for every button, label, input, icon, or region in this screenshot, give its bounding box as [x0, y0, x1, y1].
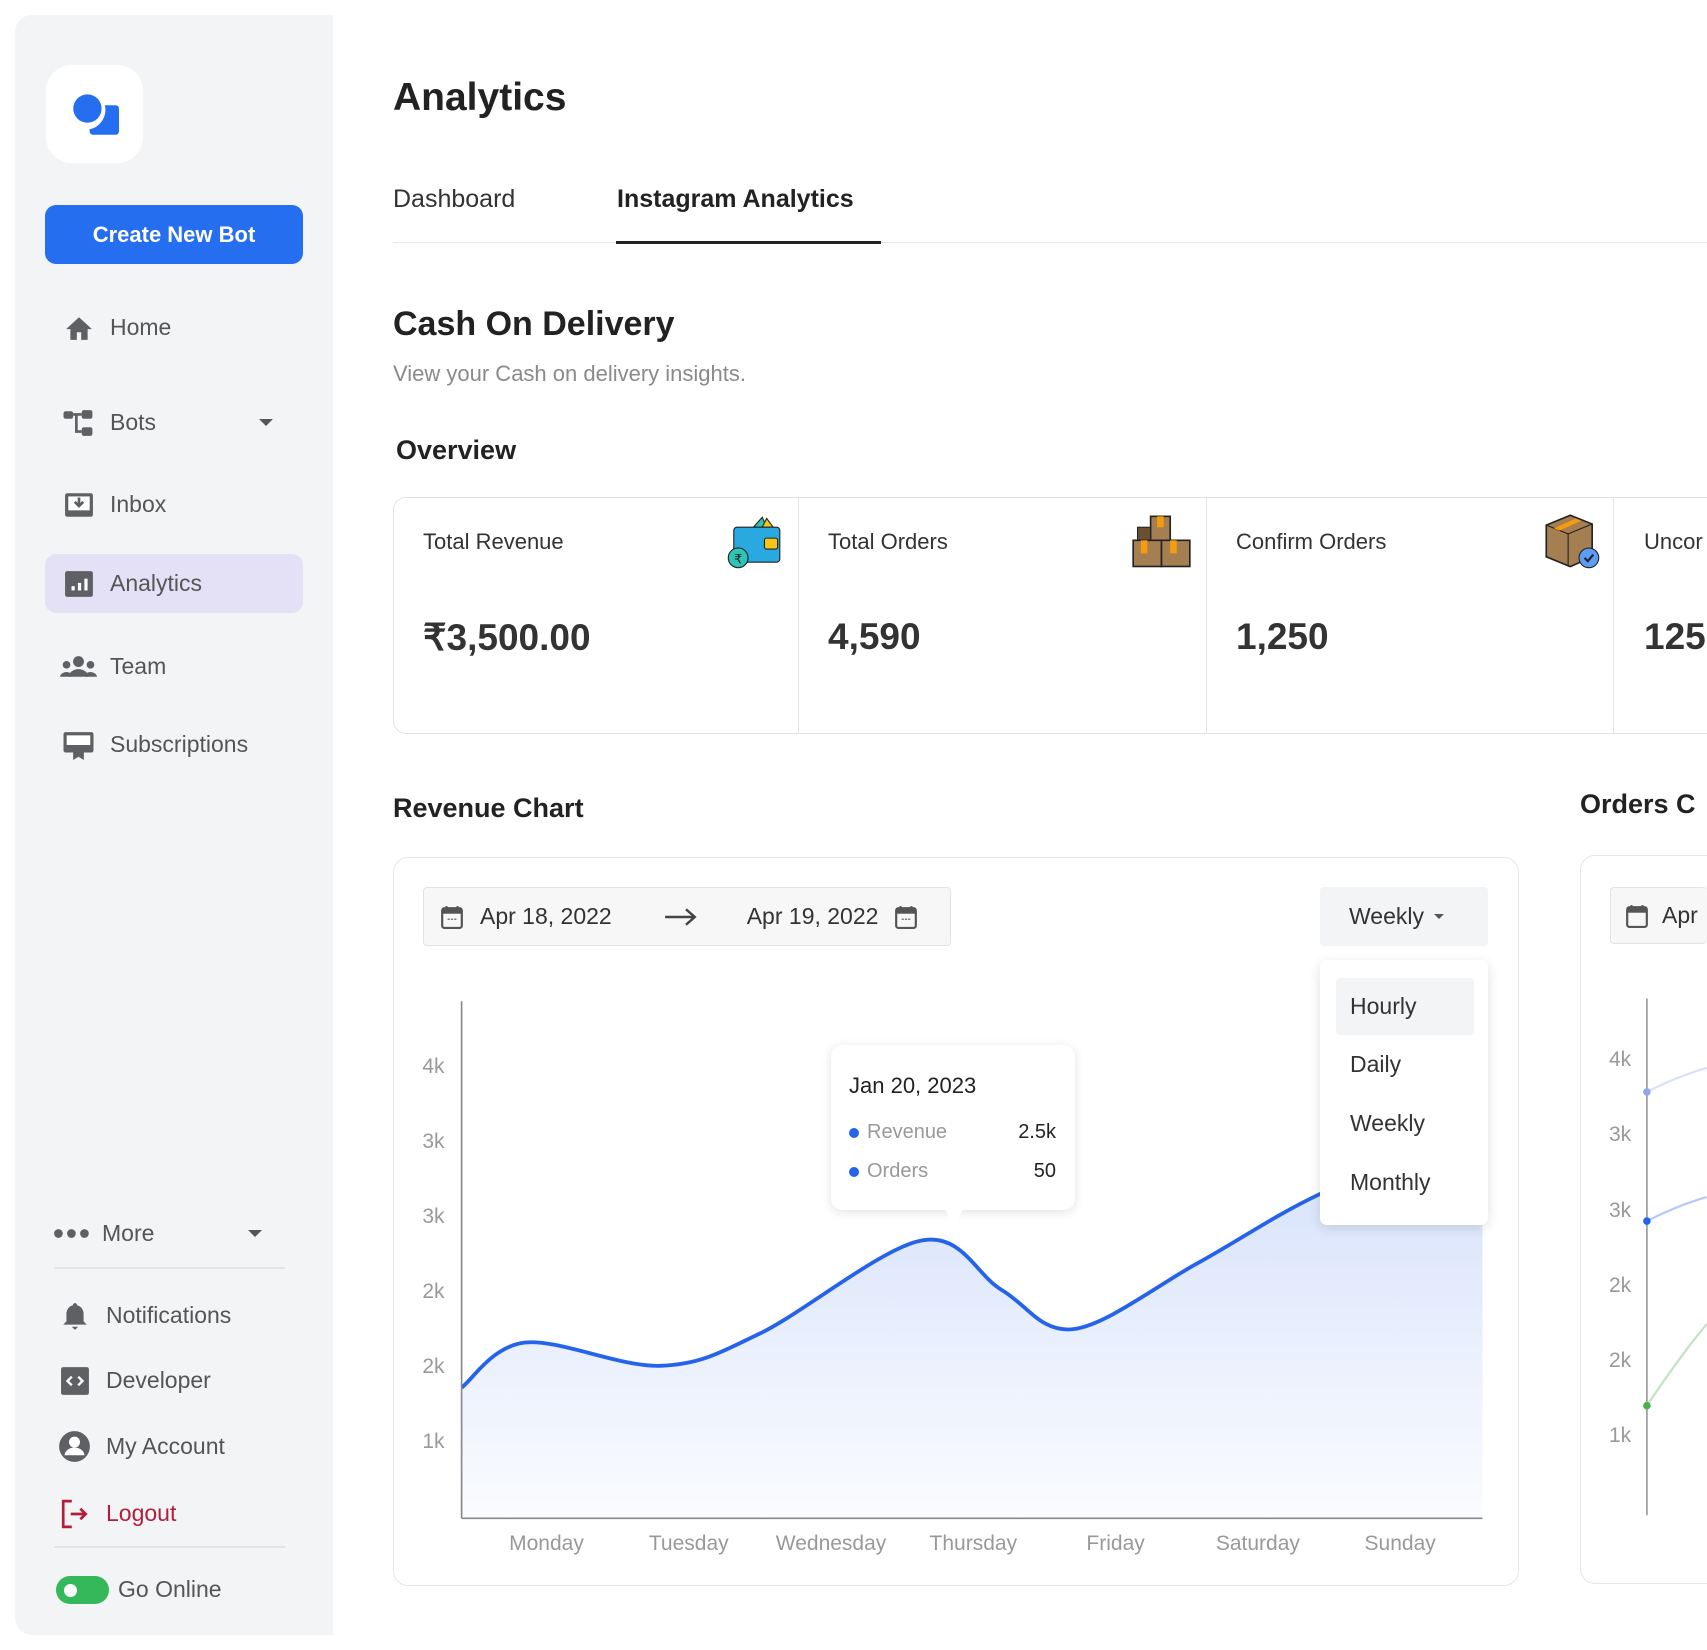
- period-option-monthly[interactable]: Monthly: [1336, 1154, 1474, 1211]
- y-tick-label: 2k: [1608, 1273, 1632, 1297]
- period-option-hourly[interactable]: Hourly: [1336, 978, 1474, 1035]
- legend-dot: [849, 1166, 859, 1177]
- legend-dot: [849, 1127, 859, 1138]
- tooltip-label: Revenue: [867, 1121, 948, 1143]
- x-tick-label: Thursday: [929, 1531, 1018, 1555]
- y-tick-label: 1k: [422, 1430, 445, 1454]
- x-tick-label: Sunday: [1364, 1531, 1436, 1555]
- tooltip-row-revenue: Revenue 2.5k: [849, 1121, 1056, 1144]
- tooltip-value: 2.5k: [1018, 1121, 1056, 1143]
- tooltip-row-orders: Orders 50: [849, 1160, 1056, 1183]
- orders-date-from[interactable]: Apr: [1662, 902, 1698, 929]
- calendar-icon: [1626, 904, 1648, 928]
- orders-date-range-picker[interactable]: Apr: [1610, 887, 1707, 944]
- divider: [1613, 497, 1614, 734]
- tooltip-arrow: [942, 1203, 966, 1227]
- orders-chart-title: Orders C: [1580, 789, 1696, 819]
- orders-series-point: [1643, 1401, 1651, 1410]
- x-tick-label: Monday: [509, 1531, 584, 1555]
- tooltip-label: Orders: [867, 1160, 929, 1182]
- tooltip-date: Jan 20, 2023: [849, 1073, 977, 1098]
- y-tick-label: 4k: [422, 1054, 445, 1078]
- revenue-area-chart: [460, 1001, 1484, 1520]
- y-tick-label: 2k: [1608, 1348, 1632, 1372]
- card-unconfirmed-orders-value: 125: [1644, 616, 1706, 657]
- y-tick-label: 3k: [422, 1129, 445, 1153]
- orders-series-point: [1643, 1088, 1651, 1096]
- x-tick-label: Tuesday: [648, 1531, 729, 1555]
- period-option-daily[interactable]: Daily: [1336, 1036, 1474, 1093]
- chart-tooltip: Jan 20, 2023 Revenue 2.5k Orders 50: [831, 1045, 1075, 1227]
- y-tick-label: 2k: [422, 1280, 445, 1304]
- y-tick-label: 1k: [1608, 1423, 1632, 1447]
- tooltip-value: 50: [1033, 1160, 1056, 1182]
- y-tick-label: 3k: [1608, 1198, 1632, 1222]
- y-tick-label: 2k: [422, 1355, 445, 1379]
- x-tick-label: Friday: [1086, 1531, 1145, 1555]
- orders-series-line: [1646, 1323, 1707, 1407]
- orders-series-point: [1643, 1217, 1651, 1225]
- orders-series-line: [1646, 1196, 1707, 1222]
- y-tick-label: 3k: [422, 1205, 445, 1229]
- period-option-weekly[interactable]: Weekly: [1336, 1095, 1474, 1152]
- card-unconfirmed-orders-label: Uncor: [1644, 529, 1703, 554]
- x-tick-label: Saturday: [1215, 1531, 1300, 1555]
- x-tick-label: Wednesday: [775, 1531, 887, 1555]
- orders-line-chart: [1643, 998, 1707, 1516]
- box-check-icon: [1545, 514, 1600, 569]
- y-tick-label: 3k: [1608, 1123, 1632, 1147]
- orders-series-line: [1646, 1066, 1707, 1093]
- y-tick-label: 4k: [1608, 1048, 1632, 1072]
